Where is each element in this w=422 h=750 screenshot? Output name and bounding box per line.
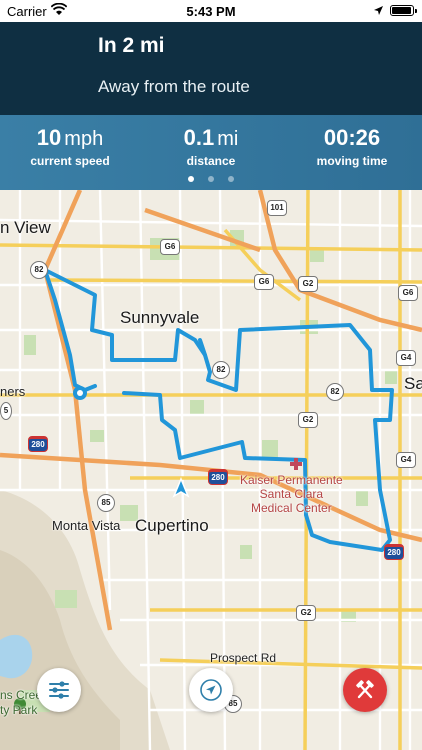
page-dot[interactable] <box>228 176 234 182</box>
end-ride-button[interactable] <box>343 668 387 712</box>
map-label-sunnyvale: Sunnyvale <box>120 308 200 327</box>
sliders-icon <box>49 681 69 699</box>
route-shield-g6: G6 <box>254 274 274 290</box>
speed-label: current speed <box>30 154 110 168</box>
page-dot[interactable] <box>188 176 194 182</box>
page-dot[interactable] <box>208 176 214 182</box>
maneuver-distance: In 2 mi <box>98 34 165 57</box>
distance-label: distance <box>186 154 236 168</box>
navigation-banner: In 2 mi Away from the route <box>0 22 422 115</box>
page-indicator[interactable] <box>0 176 422 182</box>
moving-time-label: moving time <box>316 154 388 168</box>
battery-icon <box>390 5 417 16</box>
compass-arrow-icon <box>200 679 222 701</box>
route-shield-280: 280 <box>28 436 48 452</box>
map-view[interactable]: n View Sunnyvale Cupertino Monta Vista K… <box>0 190 422 750</box>
stat-moving-time: 00:26 moving time <box>282 125 422 168</box>
stat-distance: 0.1 mi distance <box>141 125 281 168</box>
maneuver-instruction: Away from the route <box>98 77 250 96</box>
route-shield-101: 101 <box>267 200 287 216</box>
route-shield-280: 280 <box>208 469 228 485</box>
route-shield-g2: G2 <box>298 276 318 292</box>
route-start-pin <box>73 386 87 400</box>
route-shield-5: 5 <box>0 402 12 420</box>
route-shield-82: 82 <box>212 361 230 379</box>
route-shield-g2: G2 <box>296 605 316 621</box>
map-label-ners: ners <box>0 384 26 399</box>
ride-stats-panel[interactable]: 10 mph current speed 0.1 mi distance 00:26… <box>0 115 422 190</box>
stat-current-speed: 10 mph current speed <box>0 125 140 168</box>
location-arrow-icon <box>373 4 384 19</box>
speed-value: 10 <box>36 125 62 150</box>
moving-time-value: 00:26 <box>323 125 381 150</box>
route-shield-82: 82 <box>30 261 48 279</box>
route-shield-g6: G6 <box>398 285 418 301</box>
route-shield-g4: G4 <box>396 350 416 366</box>
route-settings-button[interactable] <box>37 668 81 712</box>
distance-unit: mi <box>217 128 239 150</box>
speed-unit: mph <box>64 128 104 150</box>
map-label-monta-vista: Monta Vista <box>52 518 121 533</box>
route-shield-82: 82 <box>326 383 344 401</box>
map-label-kaiser: Kaiser Permanente Santa Clara Medical Ce… <box>240 473 343 515</box>
map-label-mountain-view: n View <box>0 218 51 237</box>
route-shield-85: 85 <box>97 494 115 512</box>
map-label-park: ns Cree ty Park <box>0 688 43 717</box>
distance-value: 0.1 <box>183 125 215 150</box>
clock: 5:43 PM <box>186 4 236 19</box>
route-shield-g6: G6 <box>160 239 180 255</box>
map-label-prospect-rd: Prospect Rd <box>210 651 277 665</box>
crossed-hammers-icon <box>356 680 374 699</box>
map-label-sa: Sa <box>404 374 422 393</box>
map-label-cupertino: Cupertino <box>135 516 209 535</box>
recenter-location-button[interactable] <box>189 668 233 712</box>
status-bar: Carrier 5:43 PM <box>0 0 422 22</box>
route-shield-g4: G4 <box>396 452 416 468</box>
route-shield-g2: G2 <box>298 412 318 428</box>
route-shield-280: 280 <box>384 544 404 560</box>
